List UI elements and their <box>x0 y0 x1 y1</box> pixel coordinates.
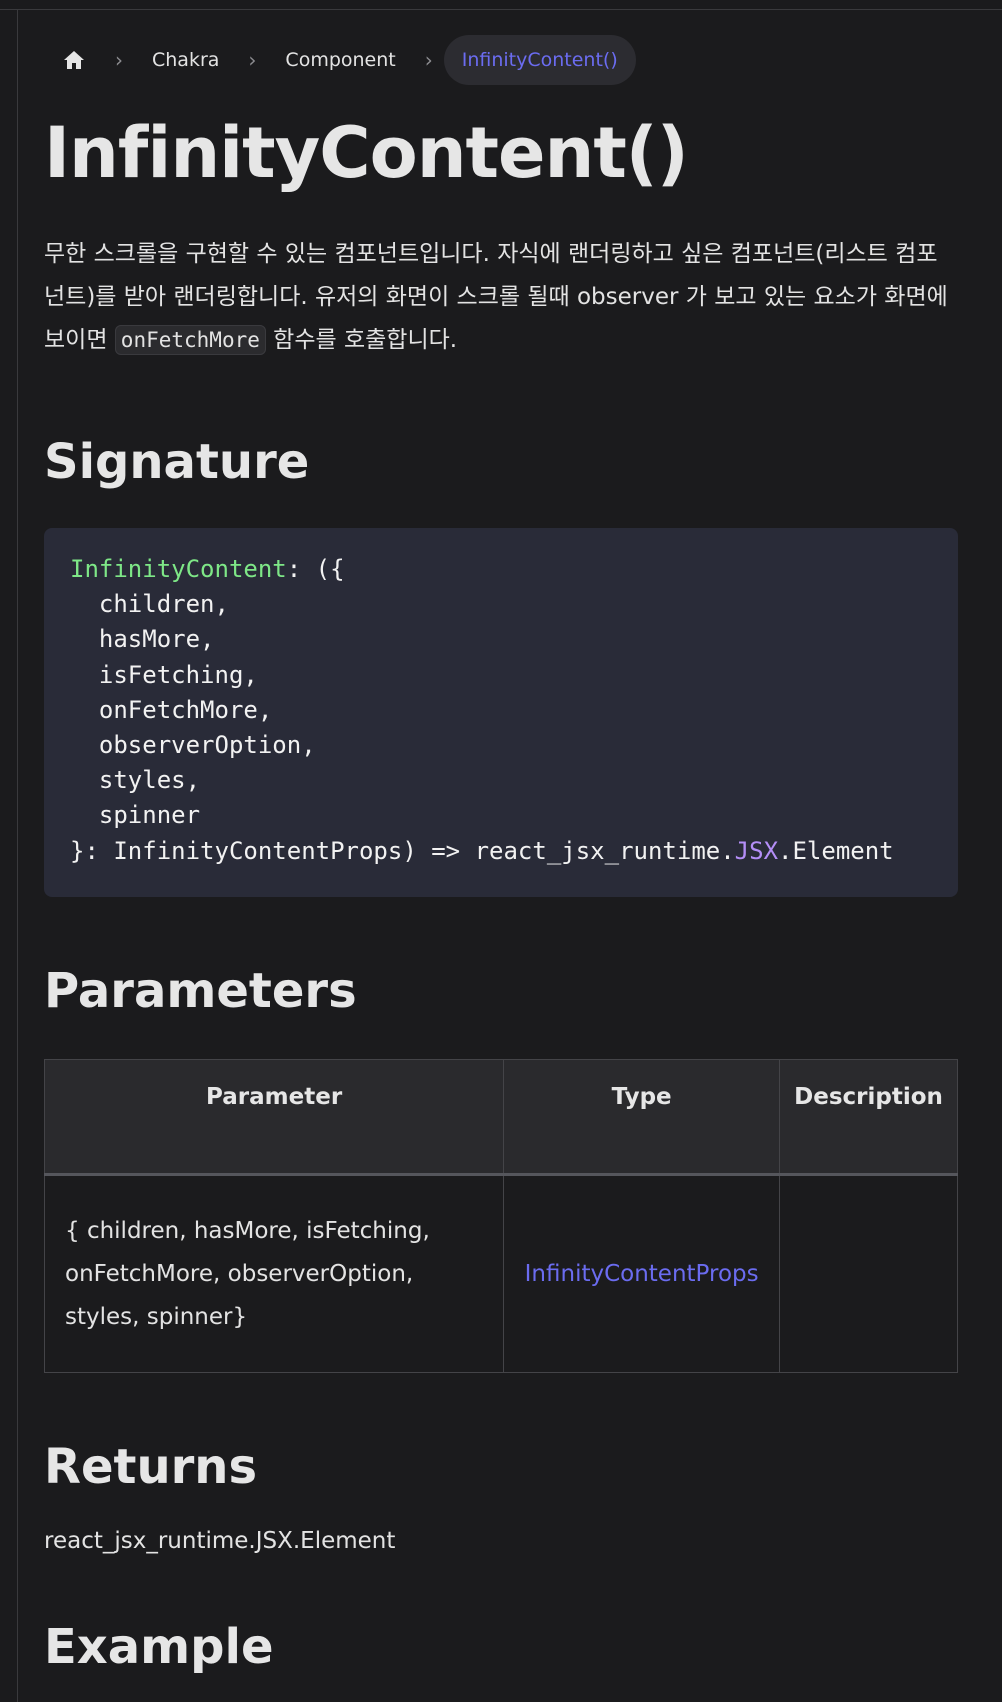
signature-code-block: InfinityContent: ({ children, hasMore, i… <box>44 528 958 897</box>
returns-value: react_jsx_runtime.JSX.Element <box>44 1528 396 1554</box>
code-fn-name: InfinityContent <box>70 555 287 583</box>
code-param: children, <box>98 590 229 619</box>
top-bar <box>0 0 1002 10</box>
code-param: hasMore, <box>98 625 215 654</box>
example-heading[interactable]: Example <box>44 1619 958 1675</box>
code-param: spinner <box>98 801 201 830</box>
cell-description <box>779 1174 958 1373</box>
home-icon <box>64 51 84 69</box>
code-param: onFetchMore, <box>98 695 273 724</box>
intro-paragraph: 무한 스크롤을 구현할 수 있는 컴포넌트입니다. 자식에 랜더링하고 싶은 컴… <box>44 233 958 362</box>
intro-text-end: 함수를 호출합니다. <box>265 327 458 353</box>
header-description: Description <box>779 1059 958 1176</box>
breadcrumb-home[interactable] <box>44 35 104 85</box>
header-type: Type <box>503 1059 781 1176</box>
returns-heading[interactable]: Returns <box>44 1439 958 1495</box>
code-close-suffix: .Element <box>778 836 894 865</box>
header-parameter: Parameter <box>43 1059 505 1176</box>
chevron-right-icon: › <box>424 48 433 72</box>
code-open: : ({ <box>286 555 345 583</box>
parameters-table: Parameter Type Description { children, h… <box>43 1059 958 1373</box>
sidebar-divider <box>17 10 18 1702</box>
signature-heading[interactable]: Signature <box>44 434 958 490</box>
table-row: { children, hasMore, isFetching, onFetch… <box>43 1174 958 1373</box>
cell-parameter: { children, hasMore, isFetching, onFetch… <box>43 1174 505 1373</box>
inline-code: onFetchMore <box>114 325 266 355</box>
code-param: isFetching, <box>98 660 258 689</box>
code-param: observerOption, <box>98 731 316 760</box>
breadcrumb-item-current[interactable]: InfinityContent() <box>443 35 636 85</box>
breadcrumb-item-component[interactable]: Component <box>267 35 413 85</box>
table-header-row: Parameter Type Description <box>43 1059 958 1176</box>
page-title: InfinityContent() <box>44 112 689 194</box>
chevron-right-icon: › <box>248 48 257 72</box>
code-keyword: JSX <box>734 836 779 865</box>
parameters-heading[interactable]: Parameters <box>44 963 958 1019</box>
cell-type-link[interactable]: InfinityContentProps <box>503 1174 781 1373</box>
breadcrumb: › Chakra › Component › InfinityContent() <box>44 35 958 85</box>
chevron-right-icon: › <box>115 48 123 72</box>
doc-content: › Chakra › Component › InfinityContent()… <box>43 10 958 1675</box>
breadcrumb-item-chakra[interactable]: Chakra <box>134 35 237 85</box>
code-close: }: InfinityContentProps) => react_jsx_ru… <box>70 836 735 865</box>
code-param: styles, <box>98 766 201 795</box>
